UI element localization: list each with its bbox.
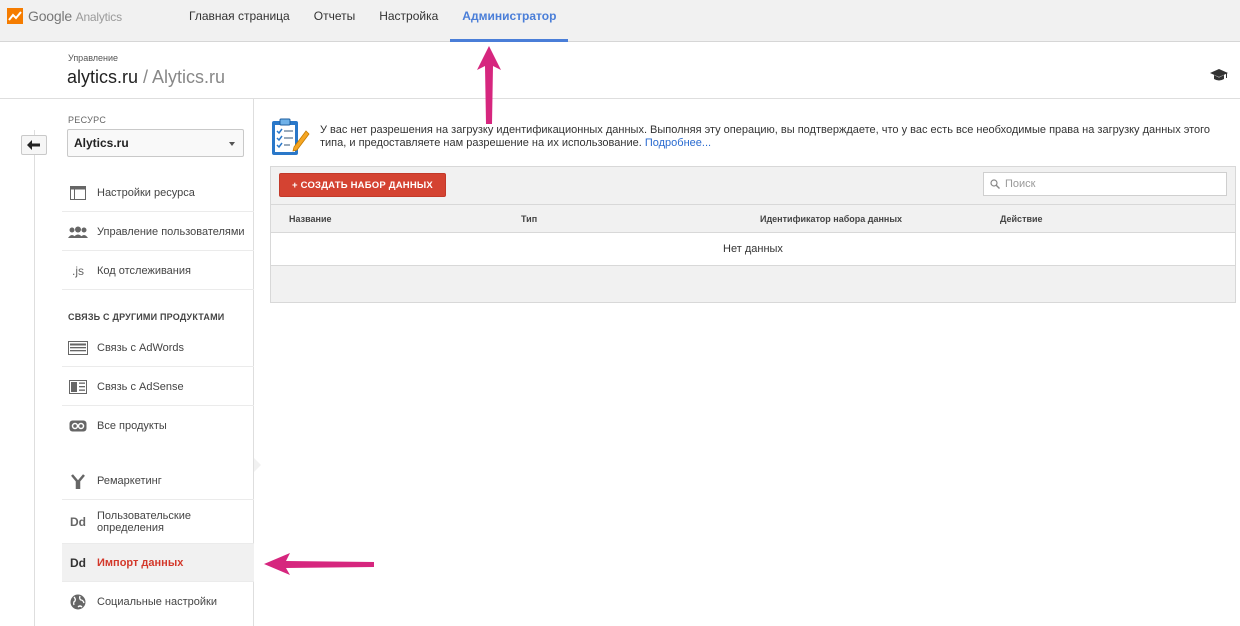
breadcrumb-label: Управление	[68, 53, 119, 63]
sidebar-item-label: Все продукты	[97, 420, 167, 432]
sidebar-item-property-settings[interactable]: Настройки ресурса	[62, 174, 254, 212]
chevron-down-icon	[229, 142, 235, 146]
resource-select-value: Alytics.ru	[74, 136, 129, 150]
nav-reports[interactable]: Отчеты	[302, 0, 367, 42]
graduation-cap-icon[interactable]	[1210, 68, 1228, 82]
column-dataset-id[interactable]: Идентификатор набора данных	[760, 214, 902, 224]
section-label-product-linking: СВЯЗЬ С ДРУГИМИ ПРОДУКТАМИ	[68, 312, 225, 322]
table-header: Название Тип Идентификатор набора данных…	[271, 204, 1235, 232]
sidebar-item-label: Код отслеживания	[97, 264, 191, 277]
sidebar-item-data-import[interactable]: Dd Импорт данных	[62, 544, 254, 582]
nav-customization[interactable]: Настройка	[367, 0, 450, 42]
nav-home[interactable]: Главная страница	[177, 0, 302, 42]
learn-more-link[interactable]: Подробнее...	[645, 137, 711, 149]
property-name[interactable]: / Alytics.ru	[143, 67, 225, 87]
remarketing-icon	[68, 473, 88, 489]
sidebar-item-custom-definitions[interactable]: Dd Пользовательские определения	[62, 501, 254, 544]
sidebar-item-social-settings[interactable]: Социальные настройки	[62, 583, 254, 621]
clipboard-pencil-icon	[272, 118, 310, 155]
sidebar-item-user-management[interactable]: Управление пользователями	[62, 213, 254, 251]
search-box[interactable]	[983, 172, 1227, 196]
adsense-icon	[68, 379, 88, 395]
sidebar-item-label: Пользовательские определения	[97, 510, 191, 534]
globe-icon	[68, 594, 88, 610]
column-type[interactable]: Тип	[521, 214, 537, 224]
dd-icon: Dd	[70, 515, 86, 529]
create-dataset-button[interactable]: + СОЗДАТЬ НАБОР ДАННЫХ	[279, 173, 446, 197]
js-icon: .js	[72, 263, 84, 278]
sidebar-item-label: Импорт данных	[97, 556, 184, 569]
users-icon	[68, 224, 88, 240]
layout-icon	[68, 185, 88, 201]
empty-table-message: Нет данных	[723, 243, 783, 255]
resource-label: РЕСУРС	[68, 115, 107, 125]
column-action[interactable]: Действие	[1000, 214, 1043, 224]
page-header: Управление alytics.ru / Alytics.ru	[0, 42, 1240, 99]
sidebar-divider-line	[34, 130, 35, 626]
link-icon	[68, 418, 88, 434]
search-icon	[990, 179, 1000, 189]
permission-notice: У вас нет разрешения на загрузку идентиф…	[320, 124, 1220, 150]
sidebar-item-adsense-linking[interactable]: Связь с AdSense	[62, 368, 254, 406]
notice-message: У вас нет разрешения на загрузку идентиф…	[320, 124, 1211, 149]
sidebar-item-label: Управление пользователями	[97, 225, 245, 238]
main-nav: Главная страница Отчеты Настройка Админи…	[177, 0, 569, 42]
breadcrumb: alytics.ru / Alytics.ru	[67, 67, 225, 88]
sidebar-item-adwords-linking[interactable]: Связь с AdWords	[62, 329, 254, 367]
annotation-arrow-left-icon	[264, 553, 374, 575]
sidebar-item-label: Связь с AdSense	[97, 380, 184, 393]
table-body: Нет данных	[271, 232, 1235, 266]
sidebar-item-all-products[interactable]: Все продукты	[62, 407, 254, 445]
sidebar-item-label: Социальные настройки	[97, 596, 217, 608]
datasets-panel: + СОЗДАТЬ НАБОР ДАННЫХ Название Тип Иден…	[270, 166, 1236, 303]
admin-sidebar: РЕСУРС Alytics.ru Настройки ресурса Упра…	[0, 99, 254, 626]
search-input[interactable]	[1005, 178, 1215, 190]
arrow-left-icon	[27, 140, 40, 150]
adwords-icon	[68, 340, 88, 356]
sidebar-item-label: Ремаркетинг	[97, 474, 162, 487]
column-name[interactable]: Название	[289, 214, 331, 224]
dd-icon: Dd	[70, 555, 86, 570]
sidebar-item-tracking-code[interactable]: .js Код отслеживания	[62, 252, 254, 290]
active-item-pointer	[254, 458, 261, 472]
analytics-logo-icon	[7, 8, 23, 24]
back-button[interactable]	[21, 135, 47, 155]
sidebar-item-label: Настройки ресурса	[97, 186, 195, 199]
sidebar-item-label: Связь с AdWords	[97, 341, 185, 354]
nav-admin[interactable]: Администратор	[450, 0, 569, 42]
sidebar-item-remarketing[interactable]: Ремаркетинг	[62, 462, 254, 500]
google-analytics-logo[interactable]: Google Analytics	[6, 7, 122, 25]
account-name[interactable]: alytics.ru	[67, 67, 138, 87]
top-navigation-bar: Google Analytics Главная страница Отчеты…	[0, 0, 1240, 42]
logo-text: Google Analytics	[28, 8, 122, 24]
annotation-arrow-up-icon	[477, 46, 501, 124]
resource-select[interactable]: Alytics.ru	[67, 129, 244, 157]
